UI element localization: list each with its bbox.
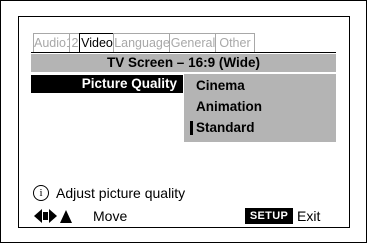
picture-quality-options: Cinema Animation Standard <box>184 74 336 142</box>
tab-general[interactable]: General <box>169 33 217 53</box>
tab-divider <box>31 52 336 53</box>
setup-menu-screen: Audio1 2 Video Language General Other TV… <box>18 16 350 228</box>
tab-audio1[interactable]: Audio1 <box>33 33 71 53</box>
option-animation[interactable]: Animation <box>196 97 262 117</box>
display-frame: Audio1 2 Video Language General Other TV… <box>0 0 367 243</box>
info-icon: i <box>33 185 49 201</box>
exit-label: Exit <box>297 208 321 224</box>
option-cinema[interactable]: Cinema <box>196 76 245 96</box>
help-text: Adjust picture quality <box>56 185 186 201</box>
selection-cursor-icon <box>190 121 193 135</box>
move-label: Move <box>93 208 128 224</box>
tab-video[interactable]: Video <box>79 33 115 53</box>
menu-title: TV Screen – 16:9 (Wide) <box>31 54 336 72</box>
setup-button[interactable]: SETUP <box>245 208 293 224</box>
picture-quality-setting[interactable]: Picture Quality <box>31 75 183 93</box>
option-standard[interactable]: Standard <box>196 118 255 138</box>
arrow-keys-icon <box>34 209 72 223</box>
tab-other[interactable]: Other <box>215 33 255 53</box>
tab-language[interactable]: Language <box>113 33 171 53</box>
